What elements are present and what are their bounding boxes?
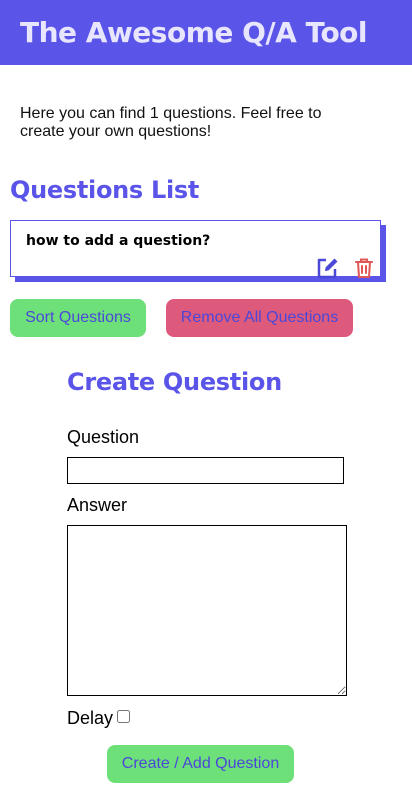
app-title: The Awesome Q/A Tool [20,16,368,49]
answer-label: Answer [67,495,128,515]
create-add-question-button[interactable]: Create / Add Question [107,745,294,783]
answer-textarea[interactable] [67,525,347,696]
delay-checkbox[interactable] [117,710,130,723]
delay-label: Delay [67,708,114,728]
questions-list-title: Questions List [10,176,200,204]
question-card[interactable]: how to add a question? [10,220,381,279]
sort-questions-button[interactable]: Sort Questions [10,299,146,337]
app-header: The Awesome Q/A Tool [0,0,412,65]
question-input[interactable] [67,457,344,484]
intro-text: Here you can find 1 questions. Feel free… [20,105,322,140]
remove-all-questions-button[interactable]: Remove All Questions [166,299,353,337]
edit-icon[interactable] [316,257,340,279]
trash-icon[interactable] [353,257,377,279]
question-text: how to add a question? [26,233,211,249]
create-question-title: Create Question [67,368,282,396]
question-label: Question [67,427,140,447]
